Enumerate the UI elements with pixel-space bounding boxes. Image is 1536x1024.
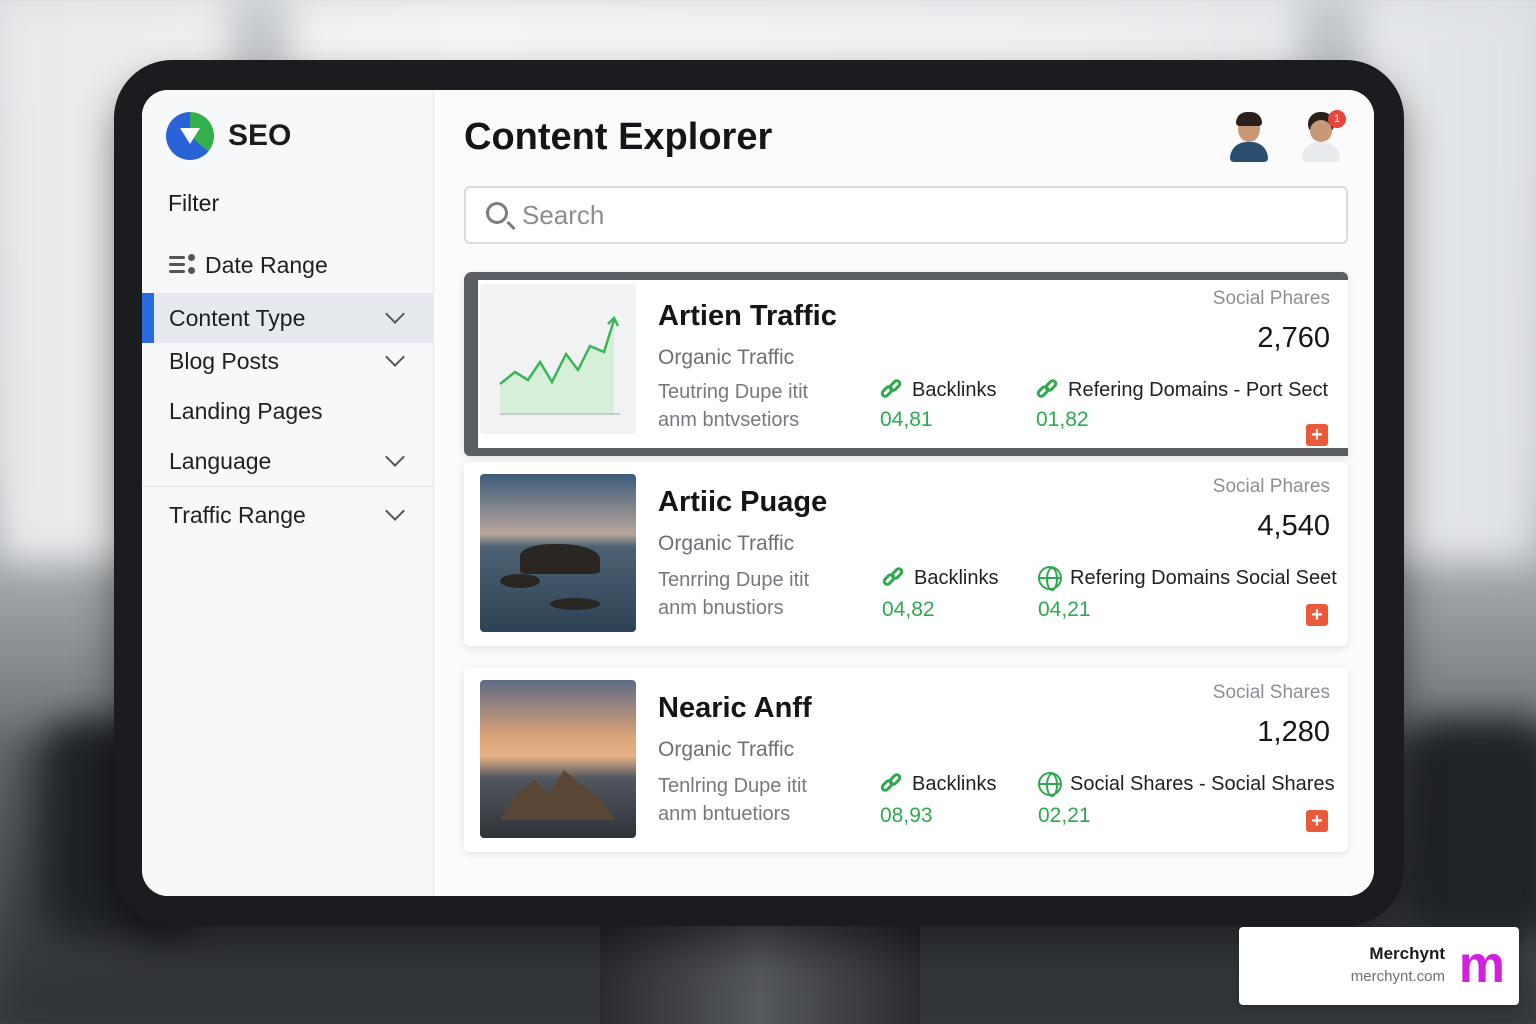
card-description: Teutring Dupe itit anm bntvsetiors: [658, 381, 809, 431]
app-screen: SEO Filter Date Range Content Type Blog …: [142, 90, 1374, 896]
globe-icon: [1038, 772, 1062, 797]
link-icon: [1034, 377, 1060, 402]
sidebar-item-label: Content Type: [169, 304, 306, 331]
card-title[interactable]: Nearic Anff: [658, 692, 812, 725]
sidebar-item-date-range[interactable]: Date Range: [142, 240, 434, 290]
badge-name: Merchynt: [1369, 944, 1445, 963]
backlinks-metric: Backlinks: [880, 565, 998, 590]
merchynt-logo-icon: m: [1458, 936, 1505, 994]
chevron-down-icon: [385, 304, 405, 324]
globe-icon: [1038, 566, 1062, 591]
backlinks-metric: Backlinks: [878, 377, 996, 402]
filter-lines-icon: [169, 254, 195, 276]
content-card[interactable]: Artien Traffic Organic Traffic Teutring …: [464, 272, 1348, 456]
sidebar-item-landing-pages[interactable]: Landing Pages: [142, 386, 434, 436]
sidebar-item-label: Traffic Range: [169, 501, 306, 528]
sidebar-divider: [142, 486, 434, 487]
notification-badge: 1: [1328, 110, 1346, 128]
line-chart-icon: [499, 315, 620, 415]
content-card[interactable]: Artiic Puage Organic Traffic Tenrring Du…: [464, 462, 1348, 646]
social-shares-value: 2,760: [1257, 322, 1330, 354]
card-subtitle: Organic Traffic: [658, 738, 795, 761]
referring-domains-metric: Refering Domains - Port Sect: [1034, 377, 1328, 402]
search-input[interactable]: [522, 199, 1346, 231]
backlinks-value: 08,93: [880, 804, 933, 827]
seascape-thumbnail: [480, 474, 636, 632]
main-content: Content Explorer 1 Artien Traffic O: [434, 90, 1374, 896]
sunset-rock-thumbnail: [480, 680, 636, 838]
backlinks-value: 04,81: [880, 408, 933, 431]
add-button[interactable]: +: [1306, 604, 1328, 626]
social-shares-metric-value: 02,21: [1038, 804, 1091, 827]
chevron-down-icon: [385, 447, 405, 467]
backlinks-metric: Backlinks: [878, 771, 996, 796]
social-shares-label: Social Shares: [1212, 682, 1330, 703]
content-card[interactable]: Nearic Anff Organic Traffic Tenlring Dup…: [464, 668, 1348, 852]
referring-domains-metric: Refering Domains Social Seet: [1038, 566, 1337, 591]
card-description: Tenrring Dupe itit anm bnustiors: [658, 569, 810, 619]
page-title: Content Explorer: [464, 116, 773, 158]
link-icon: [878, 771, 904, 796]
profile-avatar[interactable]: 1: [1298, 110, 1346, 162]
social-shares-value: 1,280: [1257, 716, 1330, 748]
monitor-stand: [600, 920, 920, 1024]
card-title[interactable]: Artiic Puage: [658, 486, 827, 519]
card-subtitle: Organic Traffic: [658, 532, 795, 555]
background-chair: [1400, 720, 1536, 940]
chevron-down-icon: [385, 347, 405, 367]
brand-name: SEO: [228, 119, 292, 152]
sidebar-item-label: Blog Posts: [169, 347, 279, 374]
search-bar: [464, 186, 1348, 244]
add-button[interactable]: +: [1306, 424, 1328, 446]
sidebar-item-label: Language: [169, 447, 272, 474]
sidebar-item-language[interactable]: Language: [142, 436, 434, 486]
card-title[interactable]: Artien Traffic: [658, 300, 837, 333]
social-shares-label: Social Phares: [1212, 476, 1330, 497]
link-icon: [880, 565, 906, 590]
card-subtitle: Organic Traffic: [658, 346, 795, 369]
filter-title: Filter: [168, 190, 220, 216]
sidebar-item-label: Landing Pages: [169, 397, 323, 424]
sidebar-item-blog-posts[interactable]: Blog Posts: [142, 336, 434, 386]
user-avatar[interactable]: [1226, 112, 1272, 162]
sidebar-item-traffic-range[interactable]: Traffic Range: [142, 490, 434, 540]
merchynt-badge[interactable]: Merchynt merchynt.com m: [1239, 927, 1519, 1005]
traffic-chart-thumbnail: [480, 284, 636, 434]
sidebar: SEO Filter Date Range Content Type Blog …: [142, 90, 434, 896]
referring-domains-value: 01,82: [1036, 408, 1089, 431]
search-icon: [486, 202, 508, 224]
social-shares-label: Social Phares: [1212, 288, 1330, 309]
social-shares-value: 4,540: [1257, 510, 1330, 542]
referring-domains-value: 04,21: [1038, 598, 1091, 621]
brand[interactable]: SEO: [166, 112, 291, 160]
add-button[interactable]: +: [1306, 810, 1328, 832]
social-shares-metric: Social Shares - Social Shares: [1038, 772, 1335, 797]
backlinks-value: 04,82: [882, 598, 935, 621]
link-icon: [878, 377, 904, 402]
chevron-down-icon: [385, 501, 405, 521]
brand-logo-icon: [166, 112, 214, 160]
card-description: Tenlring Dupe itit anm bntuetiors: [658, 775, 807, 825]
sidebar-item-label: Date Range: [205, 251, 328, 278]
badge-url: merchynt.com: [1350, 968, 1445, 985]
